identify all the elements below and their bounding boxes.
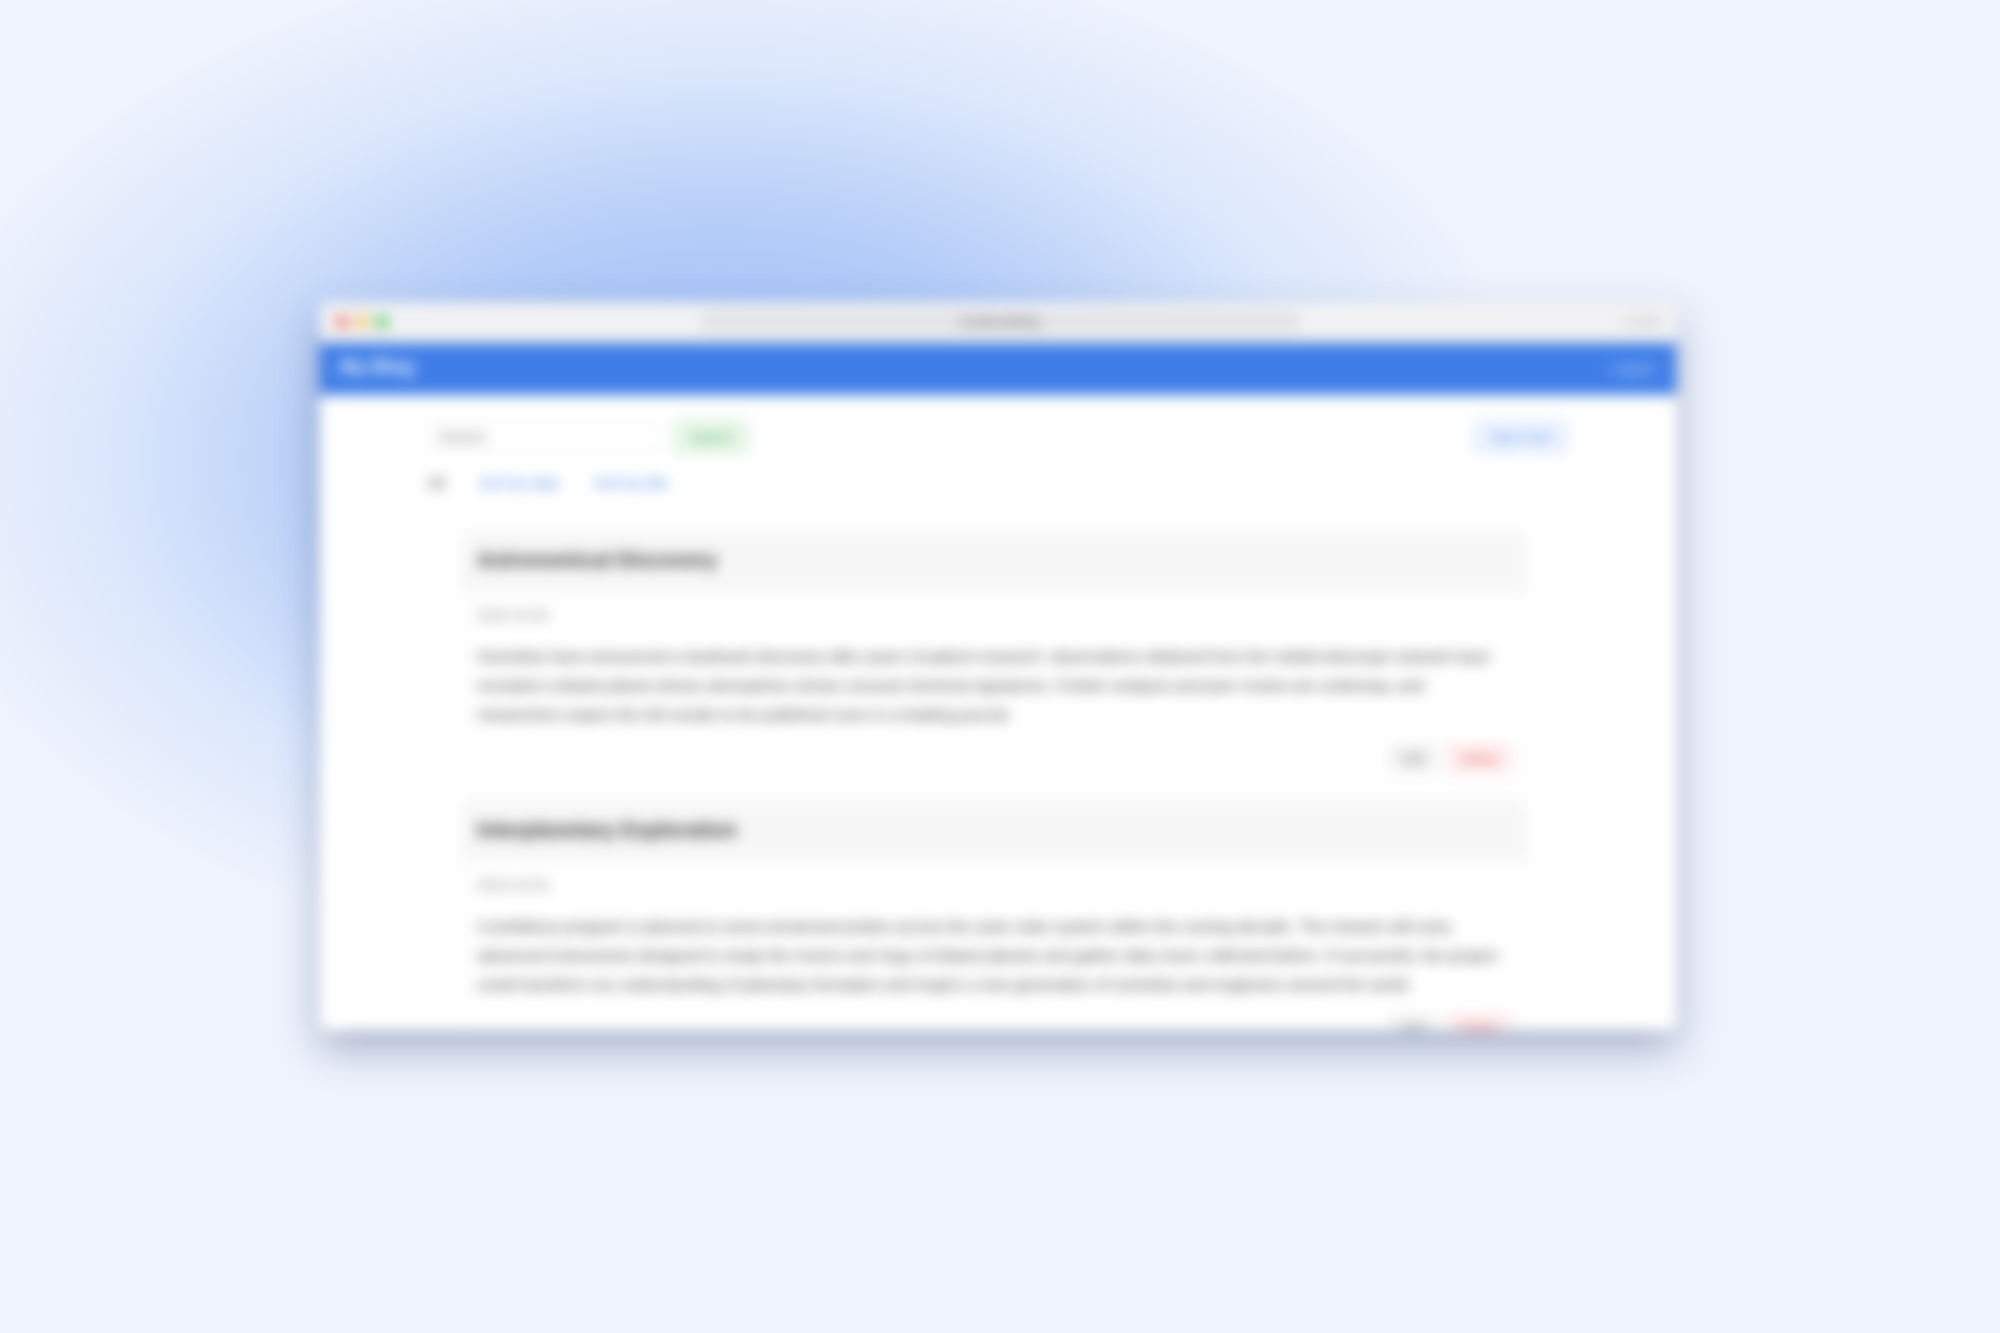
edit-button[interactable]: Edit xyxy=(1389,1014,1438,1030)
post-card: Astronomical Discovery 2023-10-05 Scient… xyxy=(462,531,1526,787)
delete-button[interactable]: Delete xyxy=(1447,1014,1511,1030)
post-date: 2023-10-03 xyxy=(477,877,549,893)
toolbar: Search New Post xyxy=(428,417,1568,457)
post-date: 2023-10-05 xyxy=(477,607,549,623)
window-controls[interactable]: — ▢ ✕ xyxy=(1617,314,1660,330)
blurred-stage: localhost/blog — ▢ ✕ My Blog Logout Sear… xyxy=(0,0,2000,1333)
app-header: My Blog Logout xyxy=(320,343,1676,395)
post-title[interactable]: Astronomical Discovery xyxy=(463,532,1525,591)
post-card: Interplanetary Exploration 2023-10-03 A … xyxy=(462,801,1526,1030)
address-bar[interactable]: localhost/blog xyxy=(700,311,1300,333)
sort-by-title-link[interactable]: Sort by title xyxy=(594,475,669,492)
maximize-window-button[interactable] xyxy=(376,316,388,328)
post-body: A ambitious program is planned to send u… xyxy=(477,919,1498,994)
new-post-button[interactable]: New Post xyxy=(1474,421,1568,453)
close-window-button[interactable] xyxy=(336,316,348,328)
post-body: Scientists have announced a landmark dis… xyxy=(477,649,1491,724)
logout-link[interactable]: Logout xyxy=(1611,360,1654,376)
window-titlebar: localhost/blog — ▢ ✕ xyxy=(320,302,1676,343)
filter-bar: All Sort by date Sort by title xyxy=(428,471,1568,495)
brand-title[interactable]: My Blog xyxy=(340,357,414,379)
edit-button[interactable]: Edit xyxy=(1389,744,1438,772)
search-input[interactable] xyxy=(428,421,658,453)
browser-window: localhost/blog — ▢ ✕ My Blog Logout Sear… xyxy=(320,302,1676,1030)
window-buttons xyxy=(336,316,388,328)
post-list: Astronomical Discovery 2023-10-05 Scient… xyxy=(462,531,1526,1030)
filter-all[interactable]: All xyxy=(428,475,445,492)
search-button[interactable]: Search xyxy=(674,421,749,453)
post-title[interactable]: Interplanetary Exploration xyxy=(463,802,1525,861)
post-actions: Edit Delete xyxy=(463,1000,1525,1030)
sort-by-date-link[interactable]: Sort by date xyxy=(479,475,560,492)
minimize-window-button[interactable] xyxy=(356,316,368,328)
post-actions: Edit Delete xyxy=(463,730,1525,786)
main-content: Search New Post All Sort by date Sort by… xyxy=(320,395,1676,1030)
delete-button[interactable]: Delete xyxy=(1447,744,1511,772)
